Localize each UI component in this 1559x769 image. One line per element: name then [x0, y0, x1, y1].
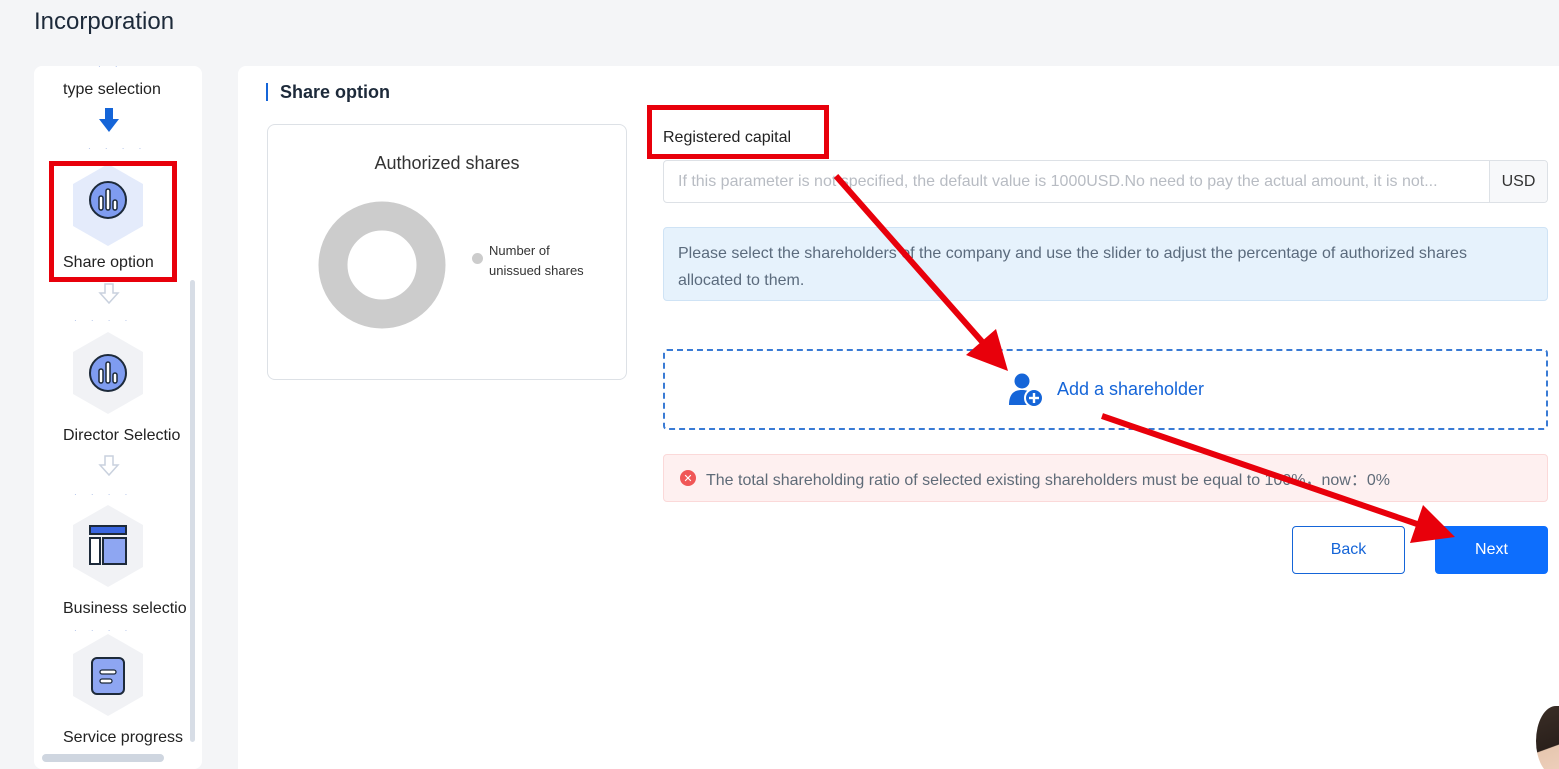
registered-capital-input[interactable]: [664, 161, 1489, 202]
arrow-down-icon: [99, 108, 119, 132]
back-button[interactable]: Back: [1292, 526, 1405, 574]
info-message: Please select the shareholders of the co…: [663, 227, 1548, 301]
annotation-box-registered-capital: [647, 105, 829, 159]
error-text: The total shareholding ratio of selected…: [706, 472, 1390, 489]
arrow-down-outline-icon: [98, 455, 120, 477]
decor-dots: · ·: [98, 66, 124, 71]
annotation-box-share-option: [49, 161, 177, 282]
main-panel: Share option Authorized shares Number of…: [238, 66, 1559, 769]
donut-chart: [318, 201, 446, 329]
step-service-progress[interactable]: Service progress: [63, 729, 183, 747]
decor-dots: · · · ·: [74, 316, 134, 325]
currency-unit: USD: [1489, 161, 1547, 202]
legend-label: Number of unissued shares: [489, 243, 584, 278]
sidebar-horizontal-scrollbar[interactable]: [42, 754, 164, 762]
step-type-selection[interactable]: type selection: [63, 81, 161, 99]
step-business-selection[interactable]: Business selectio: [63, 600, 187, 618]
section-title: Share option: [266, 83, 390, 101]
pie-slice-unissued: [318, 201, 446, 329]
page-title: Incorporation: [34, 8, 175, 35]
sidebar-vertical-scrollbar[interactable]: [190, 280, 195, 742]
next-button[interactable]: Next: [1435, 526, 1548, 574]
step-director-selection[interactable]: Director Selectio: [63, 427, 180, 445]
error-icon: ✕: [680, 470, 696, 486]
error-message: ✕ The total shareholding ratio of select…: [663, 454, 1548, 502]
chart-legend: Number of unissued shares: [472, 241, 599, 281]
layout-icon: [89, 525, 127, 565]
add-user-icon: [1008, 373, 1044, 408]
bar-chart-icon: [89, 354, 127, 392]
arrow-down-outline-icon: [98, 283, 120, 305]
decor-dots: · · · ·: [74, 490, 134, 499]
document-icon: [91, 657, 125, 695]
authorized-shares-card: Authorized shares Number of unissued sha…: [267, 124, 627, 380]
chart-title: Authorized shares: [374, 153, 520, 173]
add-shareholder-button[interactable]: Add a shareholder: [663, 349, 1548, 430]
decor-dots: · · · ·: [88, 144, 148, 153]
legend-swatch: [472, 253, 483, 264]
add-shareholder-label: Add a shareholder: [1056, 379, 1205, 399]
registered-capital-group: USD: [663, 160, 1548, 203]
